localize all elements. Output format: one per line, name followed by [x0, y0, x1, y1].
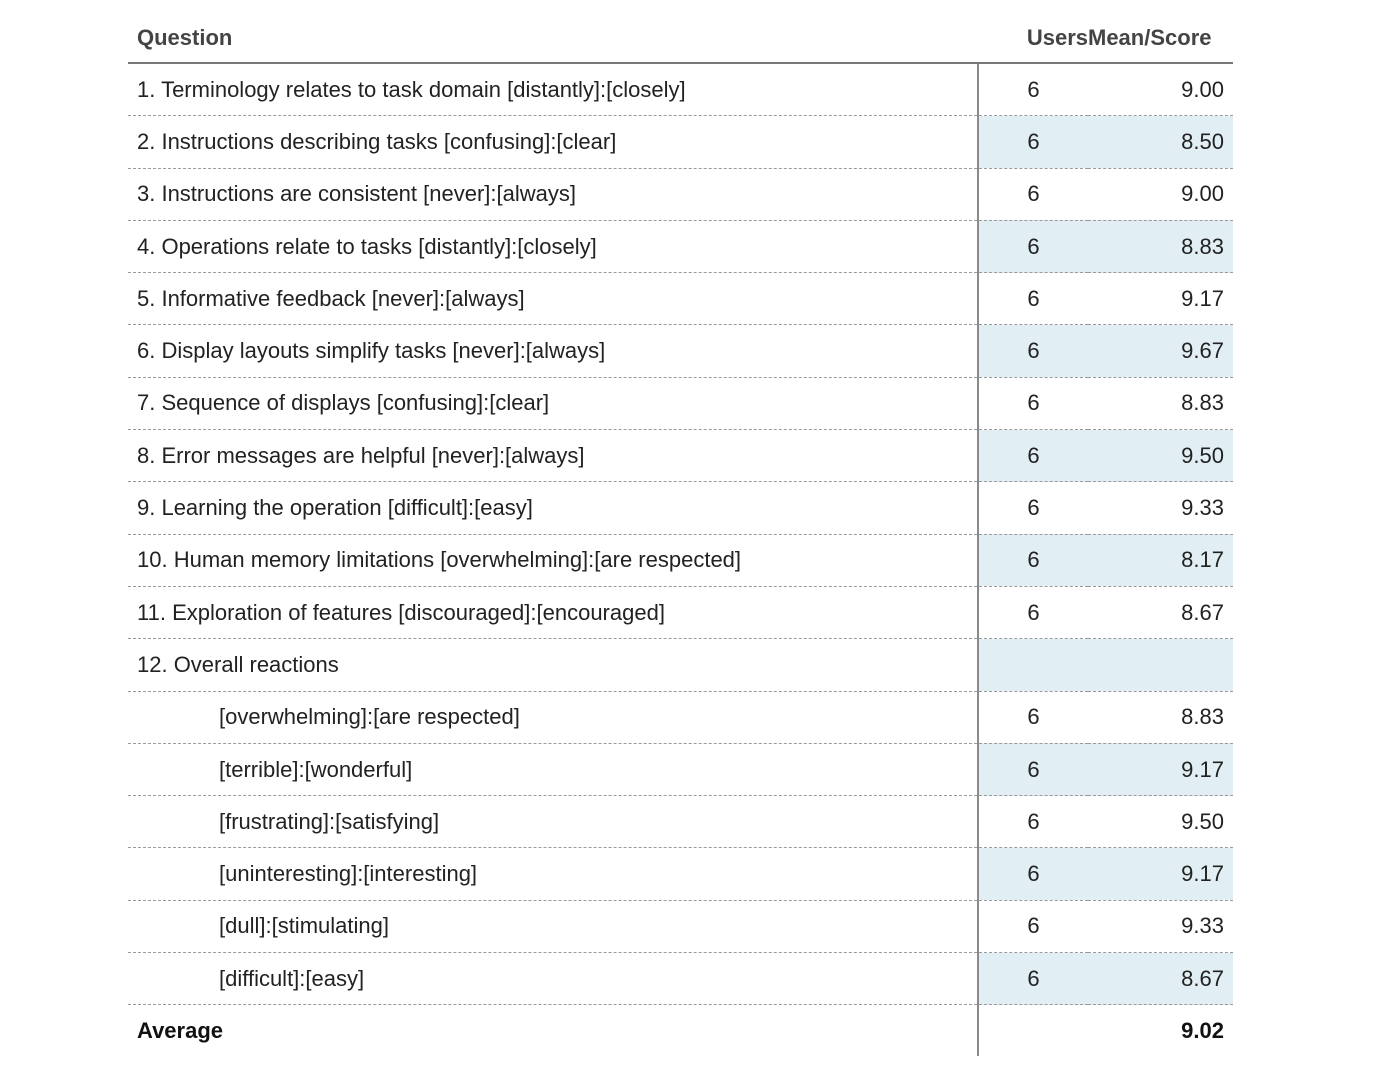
- question-cell: 5. Informative feedback [never]:[always]: [128, 272, 978, 326]
- score-cell: 9.33: [1088, 900, 1233, 954]
- score-cell: 8.17: [1088, 534, 1233, 587]
- table-row: 1. Terminology relates to task domain [d…: [128, 63, 1233, 117]
- users-cell: 6: [977, 377, 1088, 431]
- score-cell: 8.83: [1088, 691, 1233, 744]
- users-cell: 6: [977, 220, 1088, 274]
- question-cell: [uninteresting]:[interesting]: [128, 847, 978, 901]
- header-row: Question Users Mean/Score: [128, 14, 1233, 64]
- table-row: [terrible]:[wonderful] 6 9.17: [128, 743, 1233, 797]
- table-row: 11. Exploration of features [discouraged…: [128, 586, 1233, 640]
- column-header-score: Mean/Score: [1088, 14, 1233, 64]
- score-cell: 8.50: [1088, 115, 1233, 169]
- users-cell: 6: [977, 795, 1088, 849]
- score-cell: 9.17: [1088, 743, 1233, 797]
- table-row: [overwhelming]:[are respected] 6 8.83: [128, 691, 1233, 744]
- table-row: 12. Overall reactions: [128, 638, 1233, 692]
- score-cell: 9.50: [1088, 795, 1233, 849]
- question-cell: [terrible]:[wonderful]: [128, 743, 978, 797]
- table-header: Question Users Mean/Score: [128, 14, 1233, 64]
- question-cell: 11. Exploration of features [discouraged…: [128, 586, 978, 640]
- users-cell: 6: [977, 743, 1088, 797]
- score-cell: 9.00: [1088, 63, 1233, 117]
- users-cell: 6: [977, 429, 1088, 483]
- score-cell: 9.00: [1088, 168, 1233, 221]
- users-cell: 6: [977, 272, 1088, 326]
- score-cell: 8.67: [1088, 952, 1233, 1006]
- users-cell: 6: [977, 168, 1088, 221]
- users-cell: 6: [977, 534, 1088, 587]
- score-cell: 8.83: [1088, 377, 1233, 431]
- score-cell: 9.67: [1088, 324, 1233, 378]
- table-row: 5. Informative feedback [never]:[always]…: [128, 272, 1233, 326]
- score-cell: 9.17: [1088, 847, 1233, 901]
- table-row: 6. Display layouts simplify tasks [never…: [128, 324, 1233, 378]
- survey-results-table-container: Question Users Mean/Score 1. Terminology…: [128, 14, 1233, 1057]
- question-cell: [overwhelming]:[are respected]: [128, 691, 978, 744]
- question-cell: [dull]:[stimulating]: [128, 900, 978, 954]
- question-cell: 12. Overall reactions: [128, 638, 978, 692]
- table-row: 3. Instructions are consistent [never]:[…: [128, 168, 1233, 221]
- question-cell: [frustrating]:[satisfying]: [128, 795, 978, 849]
- score-cell: 8.67: [1088, 586, 1233, 640]
- score-cell: 9.17: [1088, 272, 1233, 326]
- table-row: [difficult]:[easy] 6 8.67: [128, 952, 1233, 1006]
- users-cell: 6: [977, 586, 1088, 640]
- table-footer: Average 9.02: [128, 1004, 1233, 1057]
- question-cell: 1. Terminology relates to task domain [d…: [128, 63, 978, 117]
- table-row: 8. Error messages are helpful [never]:[a…: [128, 429, 1233, 483]
- score-cell: 9.33: [1088, 481, 1233, 535]
- users-cell: 6: [977, 63, 1088, 117]
- score-cell: 8.83: [1088, 220, 1233, 274]
- question-cell: 6. Display layouts simplify tasks [never…: [128, 324, 978, 378]
- table-row: 7. Sequence of displays [confusing]:[cle…: [128, 377, 1233, 431]
- question-cell: 4. Operations relate to tasks [distantly…: [128, 220, 978, 274]
- table-row: 4. Operations relate to tasks [distantly…: [128, 220, 1233, 274]
- question-cell: 2. Instructions describing tasks [confus…: [128, 115, 978, 169]
- average-users: [977, 1004, 1088, 1057]
- column-header-question: Question: [128, 14, 978, 64]
- question-cell: 8. Error messages are helpful [never]:[a…: [128, 429, 978, 483]
- users-cell: [977, 638, 1088, 692]
- question-cell: 10. Human memory limitations [overwhelmi…: [128, 534, 978, 587]
- users-cell: 6: [977, 481, 1088, 535]
- survey-results-table: Question Users Mean/Score 1. Terminology…: [128, 14, 1233, 1057]
- table-row: 2. Instructions describing tasks [confus…: [128, 115, 1233, 169]
- table-row: [dull]:[stimulating] 6 9.33: [128, 900, 1233, 954]
- table-row: 9. Learning the operation [difficult]:[e…: [128, 481, 1233, 535]
- table-body: 1. Terminology relates to task domain [d…: [128, 63, 1233, 1006]
- users-cell: 6: [977, 952, 1088, 1006]
- column-header-users: Users: [978, 14, 1088, 64]
- score-cell: 9.50: [1088, 429, 1233, 483]
- question-cell: 7. Sequence of displays [confusing]:[cle…: [128, 377, 978, 431]
- average-label: Average: [137, 1017, 224, 1043]
- question-cell: [difficult]:[easy]: [128, 952, 978, 1006]
- users-cell: 6: [977, 324, 1088, 378]
- users-cell: 6: [977, 691, 1088, 744]
- users-cell: 6: [977, 847, 1088, 901]
- table-row: [uninteresting]:[interesting] 6 9.17: [128, 847, 1233, 901]
- table-row: 10. Human memory limitations [overwhelmi…: [128, 534, 1233, 587]
- average-score: 9.02: [1181, 1017, 1224, 1043]
- users-cell: 6: [977, 900, 1088, 954]
- table-row: [frustrating]:[satisfying] 6 9.50: [128, 795, 1233, 849]
- average-row: Average 9.02: [128, 1004, 1233, 1057]
- score-cell: [1088, 638, 1233, 692]
- question-cell: 3. Instructions are consistent [never]:[…: [128, 168, 978, 221]
- users-cell: 6: [977, 115, 1088, 169]
- question-cell: 9. Learning the operation [difficult]:[e…: [128, 481, 978, 535]
